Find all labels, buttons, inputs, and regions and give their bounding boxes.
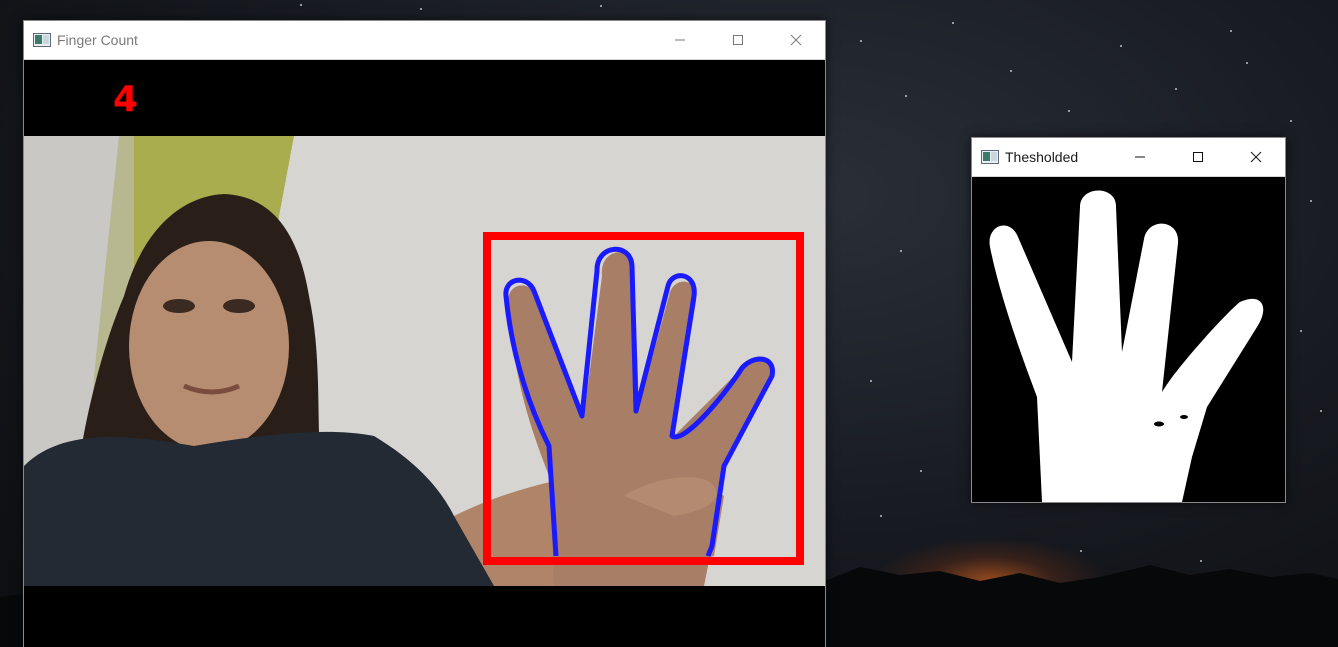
maximize-icon	[733, 35, 743, 45]
star	[920, 470, 922, 472]
window-title: Thesholded	[1005, 149, 1079, 165]
opencv-window-icon	[981, 150, 999, 164]
maximize-button[interactable]	[709, 21, 767, 59]
thresholded-window[interactable]: Thesholded	[971, 137, 1286, 503]
maximize-icon	[1193, 152, 1203, 162]
star	[1010, 70, 1012, 72]
finger-count-value: 4	[113, 79, 139, 120]
star	[900, 250, 902, 252]
close-button[interactable]	[1227, 138, 1285, 176]
window-title: Finger Count	[57, 32, 138, 48]
star	[905, 95, 907, 97]
star	[300, 4, 302, 6]
maximize-button[interactable]	[1169, 138, 1227, 176]
opencv-window-icon	[33, 33, 51, 47]
finger-count-window[interactable]: Finger Count 4	[23, 20, 826, 647]
mask-hole	[1154, 421, 1164, 427]
star	[1300, 330, 1302, 332]
star	[1175, 88, 1177, 90]
star	[1320, 410, 1322, 412]
star	[1310, 200, 1312, 202]
threshold-mask	[972, 177, 1285, 502]
person-face	[129, 241, 289, 451]
minimize-button[interactable]	[1111, 138, 1169, 176]
minimize-icon	[675, 39, 685, 41]
person-eye-left	[163, 299, 195, 313]
desktop-background: Finger Count 4 Thesholded	[0, 0, 1338, 647]
person-eye-right	[223, 299, 255, 313]
title-bar[interactable]: Thesholded	[972, 138, 1285, 177]
close-icon	[790, 34, 802, 46]
minimize-button[interactable]	[651, 21, 709, 59]
minimize-icon	[1135, 156, 1145, 158]
close-button[interactable]	[767, 21, 825, 59]
star	[860, 40, 862, 42]
star	[1246, 62, 1248, 64]
title-bar[interactable]: Finger Count	[24, 21, 825, 60]
star	[420, 8, 422, 10]
close-icon	[1250, 151, 1262, 163]
count-banner: 4	[24, 60, 825, 136]
camera-feed	[24, 136, 825, 586]
bottom-padding	[24, 586, 825, 647]
mask-hole	[1180, 415, 1188, 419]
star	[1230, 30, 1232, 32]
star	[870, 380, 872, 382]
star	[600, 5, 602, 7]
star	[1290, 120, 1292, 122]
star	[1068, 110, 1070, 112]
star	[952, 22, 954, 24]
star	[880, 515, 882, 517]
star	[1120, 45, 1122, 47]
